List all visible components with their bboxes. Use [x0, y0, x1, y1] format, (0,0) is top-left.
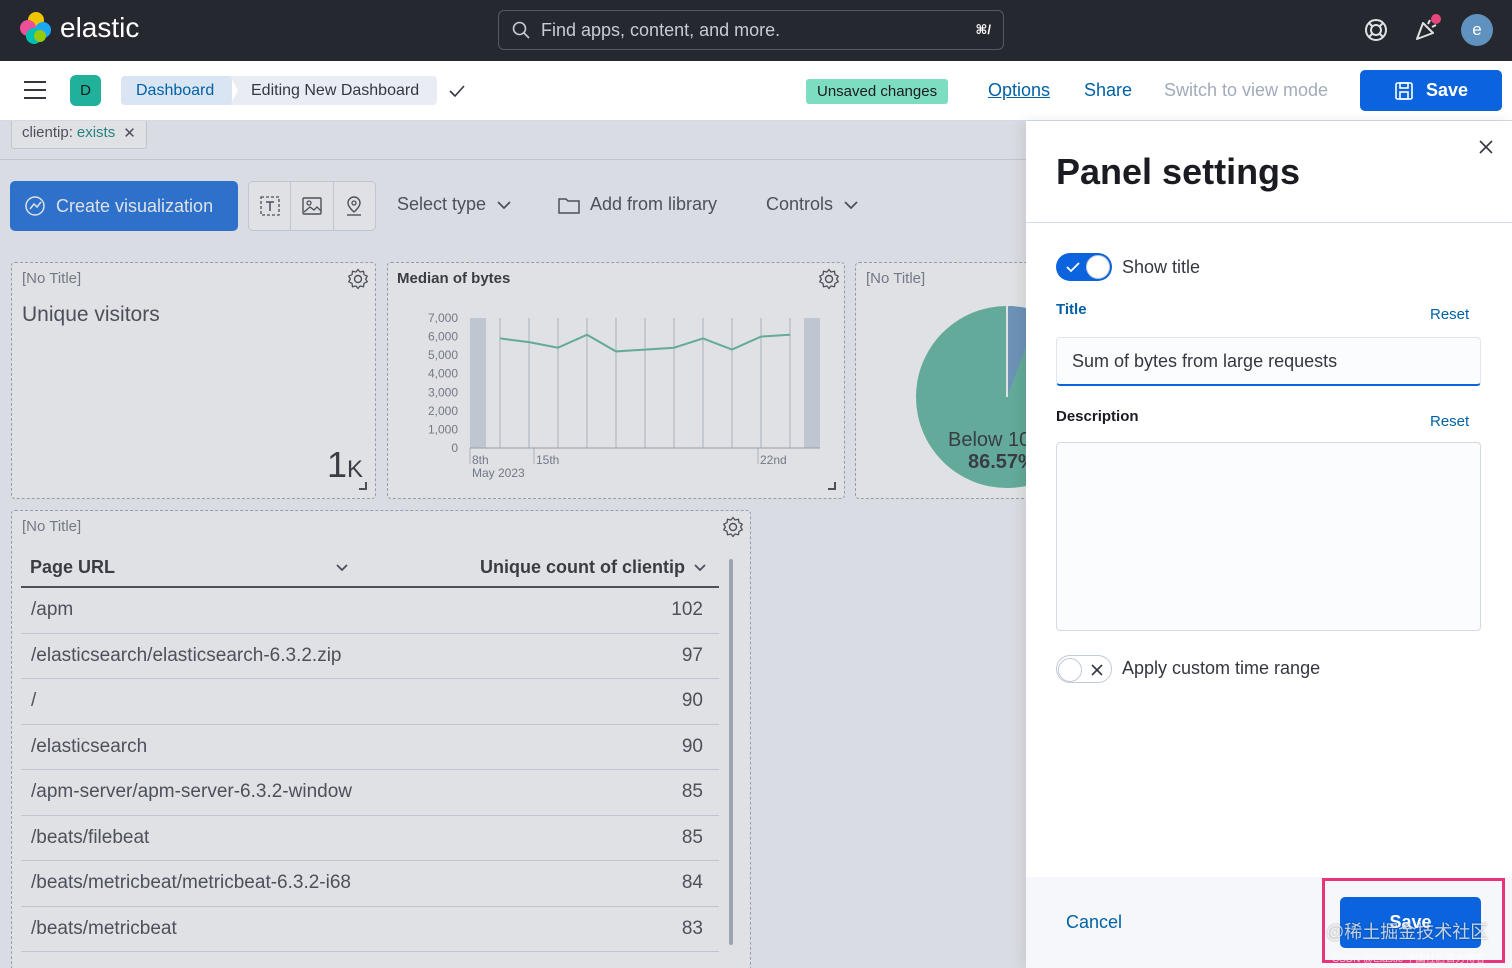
check-icon [1066, 262, 1080, 273]
watermark-subtext: CSDN @Elastic 中国社区官方博客 [1332, 954, 1486, 965]
elastic-logo-icon [20, 12, 52, 44]
brand-name: elastic [60, 12, 140, 43]
breadcrumb-current: Editing New Dashboard [230, 76, 437, 105]
menu-toggle-icon[interactable] [24, 81, 46, 99]
save-label: Save [1425, 80, 1469, 100]
watermark-text: @稀土掘金技术社区 [1326, 922, 1489, 942]
unsaved-changes-badge: Unsaved changes [806, 79, 949, 104]
cancel-button[interactable]: Cancel [1066, 912, 1122, 933]
toggle-knob [1058, 658, 1082, 682]
global-search[interactable]: Find apps, content, and more. ⌘/ [498, 10, 1004, 50]
search-shortcut: ⌘/ [975, 22, 991, 37]
title-reset-link[interactable]: Reset [1430, 306, 1469, 323]
search-placeholder: Find apps, content, and more. [541, 19, 781, 40]
custom-time-range-label: Apply custom time range [1122, 658, 1321, 678]
top-header: elastic Find apps, content, and more. ⌘/… [0, 0, 1512, 61]
flyout-title: Panel settings [1056, 151, 1301, 192]
toggle-knob [1086, 255, 1110, 279]
divider [1026, 222, 1512, 223]
share-link[interactable]: Share [1084, 80, 1132, 101]
space-avatar[interactable]: D [70, 75, 101, 106]
modal-overlay[interactable] [0, 121, 1026, 968]
title-field-label: Title [1056, 301, 1087, 318]
description-textarea[interactable] [1056, 442, 1481, 631]
show-title-toggle[interactable] [1056, 253, 1112, 281]
title-input[interactable]: Sum of bytes from large requests [1056, 337, 1481, 386]
show-title-label: Show title [1122, 257, 1201, 277]
save-dashboard-button[interactable]: Save [1360, 70, 1502, 111]
close-icon[interactable] [1478, 139, 1494, 155]
notification-dot [1431, 14, 1441, 24]
elastic-logo[interactable]: elastic [20, 12, 139, 44]
search-icon [512, 21, 530, 39]
description-field-label: Description [1056, 408, 1139, 425]
breadcrumb-dashboard[interactable]: Dashboard [121, 76, 233, 105]
help-icon[interactable] [1361, 15, 1391, 45]
checkmark-icon[interactable] [447, 82, 467, 100]
description-reset-link[interactable]: Reset [1430, 413, 1469, 430]
custom-time-range-toggle[interactable] [1056, 655, 1112, 683]
user-avatar[interactable]: e [1461, 14, 1493, 46]
options-link[interactable]: Options [988, 80, 1050, 101]
switch-view-mode-link[interactable]: Switch to view mode [1164, 80, 1328, 101]
cross-icon [1091, 664, 1103, 676]
panel-settings-flyout: Panel settings Show title Title Reset Su… [1026, 121, 1512, 968]
save-icon [1395, 81, 1413, 100]
